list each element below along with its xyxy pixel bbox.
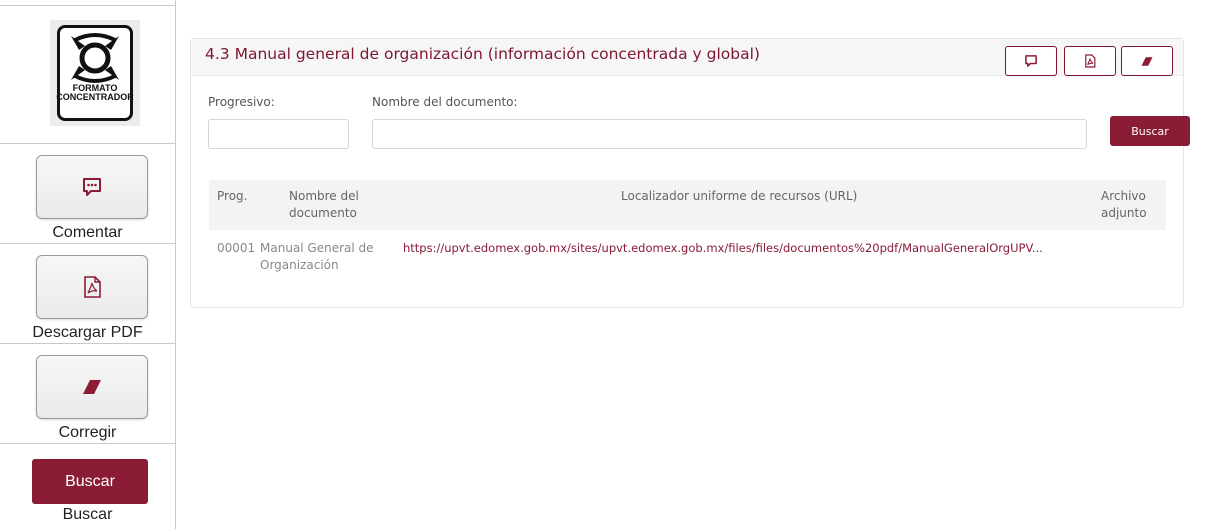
column-header-nombre-line1: Nombre del xyxy=(289,189,359,203)
nombre-documento-input[interactable] xyxy=(372,119,1087,149)
download-pdf-label: Descargar PDF xyxy=(32,324,143,341)
progresivo-input[interactable] xyxy=(208,119,349,149)
sidebar-search-button[interactable]: Buscar xyxy=(32,459,148,504)
pdf-icon xyxy=(84,276,101,298)
correct-button[interactable] xyxy=(36,355,148,419)
column-header-prog: Prog. xyxy=(217,189,248,203)
cell-nombre-line1: Manual General de xyxy=(260,241,374,255)
cell-prog: 00001 xyxy=(217,241,256,255)
column-header-archivo-line2: adjunto xyxy=(1101,206,1147,220)
eraser-icon xyxy=(83,380,101,394)
sidebar-search-label: Buscar xyxy=(62,506,113,523)
eraser-icon xyxy=(1141,56,1153,66)
comment-icon xyxy=(83,178,101,196)
correct-label: Corregir xyxy=(58,424,117,441)
pdf-cell: Descargar PDF xyxy=(0,244,175,344)
progresivo-label: Progresivo: xyxy=(208,95,275,109)
sidebar: FORMATO CONCENTRADOR Comentar Descargar … xyxy=(0,0,176,529)
column-header-archivo-line1: Archivo xyxy=(1101,189,1146,203)
column-header-url: Localizador uniforme de recursos (URL) xyxy=(621,189,858,203)
main-panel: 4.3 Manual general de organización (info… xyxy=(190,38,1190,308)
pdf-icon xyxy=(1085,54,1096,68)
comment-cell: Comentar xyxy=(0,144,175,244)
logo-cell: FORMATO CONCENTRADOR xyxy=(0,5,175,144)
header-correct-button[interactable] xyxy=(1121,46,1173,76)
page-title: 4.3 Manual general de organización (info… xyxy=(205,45,760,63)
formato-concentrador-logo: FORMATO CONCENTRADOR xyxy=(50,20,140,126)
cell-url-link[interactable]: https://upvt.edomex.gob.mx/sites/upvt.ed… xyxy=(403,240,1083,257)
table-header: Prog. Nombre del documento Localizador u… xyxy=(209,180,1166,230)
panel-header: 4.3 Manual general de organización (info… xyxy=(191,39,1183,76)
header-comment-button[interactable] xyxy=(1005,46,1057,76)
search-button[interactable]: Buscar xyxy=(1110,116,1190,146)
header-pdf-button[interactable] xyxy=(1064,46,1116,76)
cell-nombre-line2: Organización xyxy=(260,258,339,272)
column-header-nombre-line2: documento xyxy=(289,206,357,220)
download-pdf-button[interactable] xyxy=(36,255,148,319)
concentrator-arrows-icon xyxy=(71,33,119,83)
nombre-documento-label: Nombre del documento: xyxy=(372,95,518,109)
comment-icon xyxy=(1025,55,1037,67)
comment-button[interactable] xyxy=(36,155,148,219)
comment-label: Comentar xyxy=(52,224,123,241)
logo-text-line2: CONCENTRADOR xyxy=(56,92,134,102)
correct-cell: Corregir xyxy=(0,344,175,444)
